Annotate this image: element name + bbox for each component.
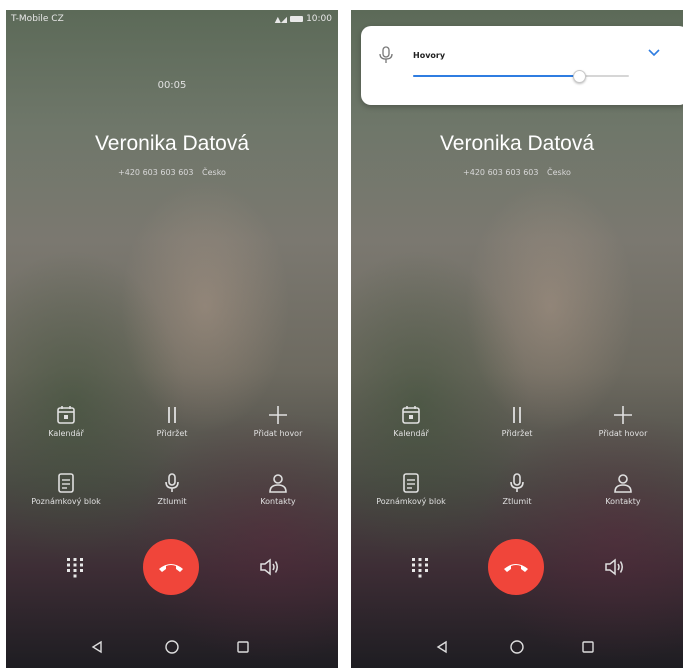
calendar-button[interactable]: Kalendář — [361, 404, 461, 438]
speaker-icon[interactable] — [258, 556, 280, 578]
dialpad-icon[interactable] — [409, 556, 431, 578]
caller-name: Veronika Datová — [94, 132, 250, 155]
microphone-icon — [379, 46, 393, 63]
hold-label: Přidržet — [156, 429, 188, 438]
home-icon[interactable] — [164, 639, 180, 655]
chevron-down-icon[interactable] — [647, 48, 661, 58]
calendar-icon — [57, 406, 75, 424]
notepad-icon — [403, 473, 419, 493]
status-right: ▲◢ 10:00 — [275, 14, 332, 24]
notepad-label: Poznámkový blok — [31, 497, 101, 506]
notepad-button[interactable]: Poznámkový blok — [16, 472, 116, 506]
call-duration: 00:05 — [157, 80, 187, 91]
calendar-icon — [402, 406, 420, 424]
status-bar: T-Mobile CZ ▲◢ 10:00 — [6, 10, 338, 28]
recent-apps-icon[interactable] — [236, 640, 250, 654]
plus-icon — [614, 406, 632, 424]
notepad-button[interactable]: Poznámkový blok — [361, 472, 461, 506]
phone-hangup-icon — [504, 564, 528, 572]
volume-label: Hovory — [413, 51, 446, 60]
microphone-icon — [165, 473, 179, 492]
caller-country: Česko — [547, 168, 571, 177]
caller-details: +420 603 603 603 Česko — [6, 168, 338, 177]
dialpad-icon[interactable] — [64, 556, 86, 578]
contacts-label: Kontakty — [260, 497, 296, 506]
carrier-label: T-Mobile CZ — [11, 14, 64, 24]
notepad-icon — [58, 473, 74, 493]
pause-icon — [168, 407, 176, 423]
contacts-button[interactable]: Kontakty — [573, 472, 673, 506]
end-call-button[interactable] — [488, 539, 544, 595]
caller-country: Česko — [202, 168, 226, 177]
calendar-button[interactable]: Kalendář — [16, 404, 116, 438]
contacts-button[interactable]: Kontakty — [228, 472, 328, 506]
hold-button[interactable]: Přidržet — [122, 404, 222, 438]
end-call-button[interactable] — [143, 539, 199, 595]
contacts-label: Kontakty — [605, 497, 641, 506]
home-icon[interactable] — [509, 639, 525, 655]
contact-icon — [614, 474, 632, 493]
plus-icon — [269, 406, 287, 424]
hold-label: Přidržet — [501, 429, 533, 438]
caller-number: +420 603 603 603 — [118, 168, 194, 177]
add-call-button[interactable]: Přidat hovor — [228, 404, 328, 438]
mute-label: Ztlumit — [502, 497, 532, 506]
notepad-label: Poznámkový blok — [376, 497, 446, 506]
clock: 10:00 — [306, 14, 332, 24]
recent-apps-icon[interactable] — [581, 640, 595, 654]
add-call-label: Přidat hovor — [598, 429, 648, 438]
hold-button[interactable]: Přidržet — [467, 404, 567, 438]
mute-button[interactable]: Ztlumit — [467, 472, 567, 506]
calendar-label: Kalendář — [393, 429, 429, 438]
volume-panel: Hovory — [361, 26, 683, 105]
volume-slider-fill — [413, 75, 580, 77]
navigation-bar — [6, 628, 338, 668]
mute-button[interactable]: Ztlumit — [122, 472, 222, 506]
add-call-button[interactable]: Přidat hovor — [573, 404, 673, 438]
contact-icon — [269, 474, 287, 493]
back-icon[interactable] — [435, 640, 449, 654]
battery-icon — [290, 16, 304, 22]
call-screen-right: Hovory Veronika Datová +420 603 603 603 … — [351, 10, 683, 668]
volume-slider[interactable] — [413, 70, 629, 83]
call-screen-left: T-Mobile CZ ▲◢ 10:00 00:05 Veronika Dato… — [6, 10, 338, 668]
caller-details: +420 603 603 603 Česko — [351, 168, 683, 177]
phone-hangup-icon — [159, 564, 183, 572]
speaker-icon[interactable] — [603, 556, 625, 578]
calendar-label: Kalendář — [48, 429, 84, 438]
navigation-bar — [351, 628, 683, 668]
caller-name: Veronika Datová — [439, 132, 595, 155]
signal-icon: ▲◢ — [274, 14, 288, 24]
back-icon[interactable] — [90, 640, 104, 654]
volume-slider-thumb[interactable] — [573, 70, 587, 83]
mute-label: Ztlumit — [157, 497, 187, 506]
caller-number: +420 603 603 603 — [463, 168, 539, 177]
pause-icon — [513, 407, 521, 423]
microphone-icon — [510, 473, 524, 492]
add-call-label: Přidat hovor — [253, 429, 303, 438]
